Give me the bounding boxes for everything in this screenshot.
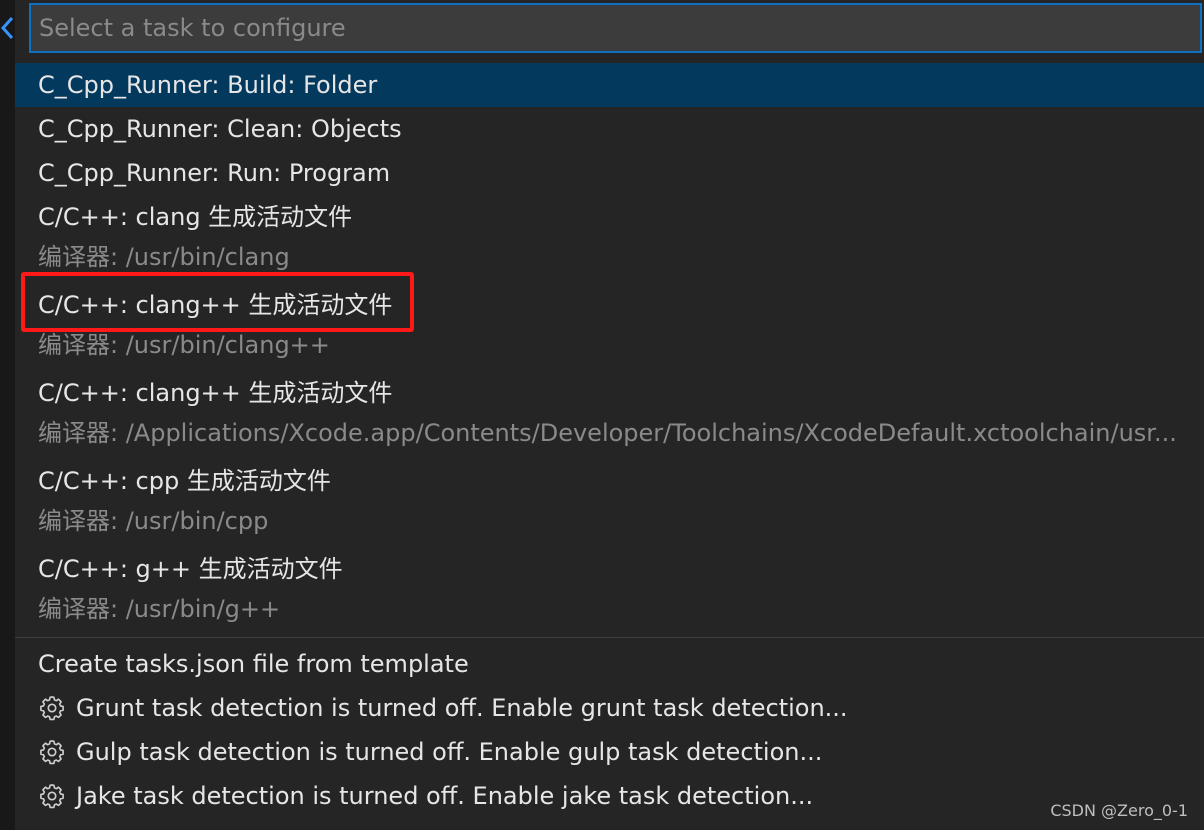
task-item-cpp[interactable]: C/C++: cpp 生成活动文件 编译器: /usr/bin/cpp [15, 459, 1204, 547]
gear-icon [40, 696, 64, 721]
task-item-clangpp-xcode[interactable]: C/C++: clang++ 生成活动文件 编译器: /Applications… [15, 371, 1204, 459]
watermark: CSDN @Zero_0-1 [1050, 801, 1188, 820]
task-item-clang[interactable]: C/C++: clang 生成活动文件 编译器: /usr/bin/clang [15, 195, 1204, 283]
grunt-detection-label: Grunt task detection is turned off. Enab… [76, 694, 848, 722]
task-item-run-program[interactable]: C_Cpp_Runner: Run: Program [15, 151, 1204, 195]
task-item-label: C_Cpp_Runner: Run: Program [38, 159, 391, 187]
create-from-template-item[interactable]: Create tasks.json file from template [15, 642, 1204, 686]
task-search-input[interactable] [31, 5, 1200, 51]
task-item-build-folder[interactable]: C_Cpp_Runner: Build: Folder [15, 63, 1204, 107]
gulp-detection-label: Gulp task detection is turned off. Enabl… [76, 738, 823, 766]
task-item-description: 编译器: /Applications/Xcode.app/Contents/De… [38, 419, 1177, 447]
list-separator [15, 637, 1204, 638]
gulp-detection-item[interactable]: Gulp task detection is turned off. Enabl… [15, 730, 1204, 774]
task-item-label: C/C++: clang 生成活动文件 [38, 203, 353, 231]
quick-pick-widget: C_Cpp_Runner: Build: Folder C_Cpp_Runner… [15, 0, 1204, 830]
task-item-label: C/C++: g++ 生成活动文件 [38, 555, 343, 583]
task-item-label: C_Cpp_Runner: Clean: Objects [38, 115, 402, 143]
task-search-box [29, 3, 1202, 53]
task-item-clangpp-usr-bin[interactable]: C/C++: clang++ 生成活动文件 编译器: /usr/bin/clan… [15, 283, 1204, 371]
task-item-gpp[interactable]: C/C++: g++ 生成活动文件 编译器: /usr/bin/g++ [15, 547, 1204, 635]
task-item-label: C/C++: cpp 生成活动文件 [38, 467, 331, 495]
task-item-description: 编译器: /usr/bin/g++ [38, 595, 281, 623]
task-item-description: 编译器: /usr/bin/cpp [38, 507, 269, 535]
task-item-description: 编译器: /usr/bin/clang [38, 243, 290, 271]
back-chevron-icon[interactable] [0, 16, 14, 40]
quick-pick-screen: C_Cpp_Runner: Build: Folder C_Cpp_Runner… [0, 0, 1204, 830]
jake-detection-item[interactable]: Jake task detection is turned off. Enabl… [15, 774, 1204, 818]
gear-icon [40, 740, 64, 765]
gear-icon [40, 784, 64, 809]
task-item-description: 编译器: /usr/bin/clang++ [38, 331, 330, 359]
editor-left-strip [0, 0, 15, 830]
task-item-clean-objects[interactable]: C_Cpp_Runner: Clean: Objects [15, 107, 1204, 151]
task-list: C_Cpp_Runner: Build: Folder C_Cpp_Runner… [15, 63, 1204, 818]
jake-detection-label: Jake task detection is turned off. Enabl… [76, 782, 814, 810]
task-item-label: C/C++: clang++ 生成活动文件 [38, 291, 393, 319]
task-item-label: C_Cpp_Runner: Build: Folder [38, 71, 378, 99]
task-item-label: C/C++: clang++ 生成活动文件 [38, 379, 393, 407]
grunt-detection-item[interactable]: Grunt task detection is turned off. Enab… [15, 686, 1204, 730]
